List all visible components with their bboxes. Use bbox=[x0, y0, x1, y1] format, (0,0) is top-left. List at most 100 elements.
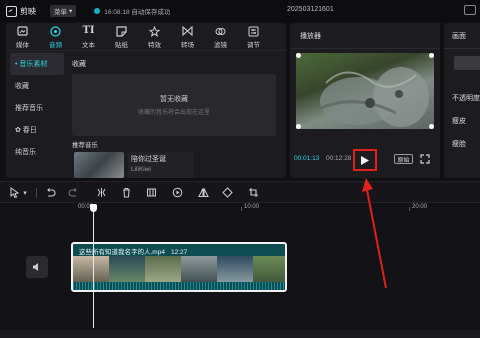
title-bar: 剪映 菜单 ▾ 16:08:18 自动保存成功 202503121601 bbox=[0, 0, 480, 22]
adjust-icon bbox=[248, 25, 259, 37]
time-ruler[interactable]: 00:00 10:00 20:00 bbox=[0, 204, 480, 212]
ruler-label: 20:00 bbox=[412, 204, 428, 210]
sidebar-item-label: • 音乐素材 bbox=[15, 61, 48, 68]
sticker-icon bbox=[116, 25, 127, 37]
redo-icon[interactable] bbox=[68, 187, 79, 198]
tab-adjust-label: 调节 bbox=[247, 42, 260, 49]
video-preview[interactable] bbox=[296, 53, 434, 129]
clip-label: 这些所有知道我名字的人.mp4 12:27 bbox=[79, 246, 187, 256]
save-status-icon bbox=[94, 8, 101, 14]
recommended-heading: 推荐音乐 bbox=[72, 142, 98, 149]
ruler-tick bbox=[241, 207, 242, 211]
clip-thumbnails bbox=[73, 256, 285, 284]
timeline-toolbar: ▾ bbox=[0, 181, 480, 203]
media-icon bbox=[17, 25, 28, 37]
tab-filter-label: 滤镜 bbox=[214, 42, 227, 49]
timeline[interactable]: 00:00 10:00 20:00 这些所有知道我名字的人.mp4 12:27 bbox=[0, 204, 480, 338]
resize-handle[interactable] bbox=[296, 53, 301, 58]
sidebar-item-spring[interactable]: ✿ 春日 bbox=[6, 119, 68, 141]
tab-filter[interactable]: 滤镜 bbox=[204, 23, 237, 51]
filter-icon bbox=[215, 25, 226, 37]
freeze-frame-icon[interactable] bbox=[146, 187, 157, 198]
music-thumbnail bbox=[74, 152, 124, 178]
transition-icon bbox=[182, 25, 193, 37]
sidebar-item-recommended[interactable]: 推荐音乐 bbox=[6, 97, 68, 119]
favorites-empty-title: 暂无收藏 bbox=[160, 96, 188, 103]
favorites-empty-hint: 收藏的音乐将会出现在这里 bbox=[137, 110, 210, 116]
skin-smooth-label: 瘦皮 bbox=[452, 118, 466, 125]
sidebar-item-label: 收藏 bbox=[15, 83, 29, 90]
resize-handle[interactable] bbox=[296, 124, 301, 129]
ruler-tick bbox=[409, 207, 410, 211]
window-layout-icon[interactable] bbox=[464, 5, 476, 15]
tab-media-label: 媒体 bbox=[16, 42, 29, 49]
video-clip[interactable]: 这些所有知道我名字的人.mp4 12:27 bbox=[71, 242, 287, 292]
tab-effects[interactable]: 特效 bbox=[138, 23, 171, 51]
music-card[interactable]: 陪你过圣诞 LiliKiwi bbox=[74, 152, 194, 178]
play-icon bbox=[361, 155, 369, 165]
properties-panel: 画面 不透明度 瘦皮 瘦脸 bbox=[444, 23, 480, 178]
tab-picture[interactable]: 画面 bbox=[452, 31, 466, 41]
audio-waveform bbox=[73, 282, 285, 290]
property-toggle[interactable] bbox=[454, 56, 480, 70]
sidebar-item-label: ✿ 春日 bbox=[15, 127, 37, 134]
clip-thumbnail bbox=[73, 256, 109, 284]
sidebar-item-label: 纯音乐 bbox=[15, 149, 36, 156]
tab-audio-label: 音频 bbox=[49, 42, 62, 49]
clip-thumbnail bbox=[109, 256, 145, 284]
divider bbox=[36, 188, 37, 198]
tab-audio[interactable]: 音频 bbox=[39, 23, 72, 51]
resize-handle[interactable] bbox=[429, 53, 434, 58]
tab-transition-label: 转场 bbox=[181, 42, 194, 49]
app-logo: 剪映 bbox=[6, 5, 36, 17]
split-icon[interactable] bbox=[96, 187, 107, 198]
undo-icon[interactable] bbox=[45, 187, 56, 198]
sidebar-item-music-library[interactable]: • 音乐素材 bbox=[10, 53, 64, 75]
audio-icon bbox=[50, 25, 61, 37]
chevron-down-icon[interactable]: ▾ bbox=[21, 187, 29, 198]
divider bbox=[290, 48, 440, 49]
tab-adjust[interactable]: 调节 bbox=[237, 23, 270, 51]
menu-label: 菜单 bbox=[54, 9, 67, 16]
delete-icon[interactable] bbox=[121, 187, 132, 198]
tab-effects-label: 特效 bbox=[148, 42, 161, 49]
favorites-heading: 收藏 bbox=[72, 61, 86, 68]
original-ratio-button[interactable]: 原始 bbox=[394, 154, 413, 164]
player-panel: 播放器 00:01:13 00:12:28 原始 bbox=[290, 23, 440, 178]
playhead-handle[interactable] bbox=[90, 204, 97, 212]
video-frame bbox=[296, 53, 434, 129]
current-time: 00:01:13 bbox=[294, 155, 320, 162]
sidebar-item-favorites[interactable]: 收藏 bbox=[6, 75, 68, 97]
favorites-empty-state: 暂无收藏 收藏的音乐将会出现在这里 bbox=[72, 74, 276, 136]
playhead-line[interactable] bbox=[93, 204, 94, 328]
app-name: 剪映 bbox=[20, 6, 36, 16]
face-slim-label: 瘦脸 bbox=[452, 141, 466, 148]
play-circle-icon[interactable] bbox=[172, 187, 183, 198]
fullscreen-icon[interactable] bbox=[420, 154, 430, 164]
tab-text[interactable]: TI 文本 bbox=[72, 23, 105, 51]
play-button[interactable] bbox=[353, 149, 377, 171]
tab-sticker[interactable]: 贴纸 bbox=[105, 23, 138, 51]
chevron-down-icon: ▾ bbox=[69, 8, 73, 15]
sidebar-item-pure-music[interactable]: 纯音乐 bbox=[6, 141, 68, 163]
track-audio-toggle[interactable] bbox=[26, 256, 48, 278]
select-pointer-icon[interactable] bbox=[9, 187, 20, 198]
clip-filename: 这些所有知道我名字的人.mp4 bbox=[79, 249, 165, 256]
menu-button[interactable]: 菜单 ▾ bbox=[50, 5, 77, 17]
timeline-scrollbar[interactable] bbox=[0, 330, 480, 338]
crop-icon[interactable] bbox=[248, 187, 259, 198]
save-status: 16:08:18 自动保存成功 bbox=[104, 9, 171, 16]
rotate-icon[interactable] bbox=[222, 187, 233, 198]
speaker-icon bbox=[33, 263, 38, 271]
clip-thumbnail bbox=[253, 256, 285, 284]
music-artist: LiliKiwi bbox=[131, 166, 151, 173]
tab-transition[interactable]: 转场 bbox=[171, 23, 204, 51]
opacity-label: 不透明度 bbox=[452, 95, 480, 102]
video-frame-image bbox=[320, 67, 429, 127]
resize-handle[interactable] bbox=[429, 124, 434, 129]
sidebar-item-label: 推荐音乐 bbox=[15, 105, 43, 112]
tab-media[interactable]: 媒体 bbox=[6, 23, 39, 51]
ruler-label: 10:00 bbox=[244, 204, 260, 210]
app-logo-icon bbox=[6, 5, 17, 17]
mirror-icon[interactable] bbox=[198, 187, 209, 198]
